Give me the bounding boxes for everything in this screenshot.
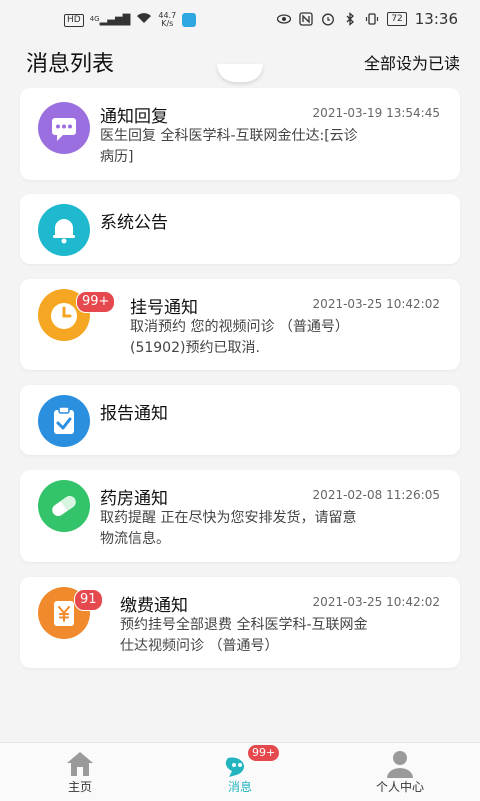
app-notification-icon <box>182 13 197 27</box>
unread-badge: 99+ <box>76 291 116 313</box>
message-title: 药房通知 <box>100 489 168 509</box>
eye-icon <box>277 12 292 26</box>
person-icon <box>384 749 416 779</box>
bottom-tab-bar: 主页 99+ 消息 个人中心 <box>0 742 480 801</box>
chat-bubble-icon <box>38 102 90 154</box>
clock-time: 13:36 <box>414 10 458 28</box>
signal-icon: 4G▂▄▆█ <box>89 14 131 26</box>
alarm-icon <box>321 12 335 26</box>
message-body: 医生回复 全科医学科-互联网金仕达:[云诊 病历] <box>100 128 358 165</box>
bell-icon <box>38 204 90 256</box>
pill-icon <box>38 480 90 532</box>
message-card-payment[interactable]: 91 缴费通知 2021-03-25 10:42:02 预约挂号全部退费 全科医… <box>20 577 460 668</box>
message-title: 通知回复 <box>100 107 168 127</box>
mark-all-read-button[interactable]: 全部设为已读 <box>364 50 460 74</box>
message-body: 取消预约 您的视频问诊 （普通号） (51902)预约已取消. <box>130 319 349 356</box>
vibrate-icon <box>365 12 379 26</box>
page-title: 消息列表 <box>26 52 115 77</box>
message-title: 挂号通知 <box>130 298 198 318</box>
home-icon <box>64 749 96 779</box>
message-title: 系统公告 <box>100 213 168 233</box>
message-title: 报告通知 <box>100 404 168 424</box>
message-body: 预约挂号全部退费 全科医学科-互联网金 仕达视频问诊 （普通号） <box>120 617 368 654</box>
message-card-pharmacy[interactable]: 药房通知 2021-02-08 11:26:05 取药提醒 正在尽快为您安排发货… <box>20 470 460 562</box>
tab-messages[interactable]: 99+ 消息 <box>190 743 290 801</box>
message-card-registration[interactable]: 99+ 挂号通知 2021-03-25 10:42:02 取消预约 您的视频问诊… <box>20 279 460 370</box>
nfc-icon <box>299 12 313 26</box>
message-card-report[interactable]: 报告通知 <box>20 385 460 455</box>
tab-home[interactable]: 主页 <box>30 743 130 801</box>
message-title: 缴费通知 <box>120 596 188 616</box>
unread-badge: 91 <box>74 589 103 611</box>
message-time: 2021-03-19 13:54:45 <box>312 106 440 120</box>
battery-icon: 72 <box>387 12 407 26</box>
clipboard-check-icon <box>38 395 90 447</box>
message-time: 2021-02-08 11:26:05 <box>312 488 440 502</box>
hd-indicator: HD <box>64 13 84 27</box>
wifi-icon <box>136 12 152 28</box>
message-time: 2021-03-25 10:42:02 <box>312 595 440 609</box>
network-speed: 44.7 K/s <box>158 11 177 28</box>
tab-profile[interactable]: 个人中心 <box>350 743 450 801</box>
status-bar: HD 4G▂▄▆█ 44.7 K/s 72 13:36 <box>0 0 480 40</box>
message-body: 取药提醒 正在尽快为您安排发货，请留意 物流信息。 <box>100 510 357 547</box>
message-time: 2021-03-25 10:42:02 <box>312 297 440 311</box>
bluetooth-icon <box>343 12 357 26</box>
messages-badge: 99+ <box>248 745 280 761</box>
message-card-announcement[interactable]: 系统公告 <box>20 194 460 264</box>
message-card-reply[interactable]: 通知回复 2021-03-19 13:54:45 医生回复 全科医学科-互联网金… <box>20 88 460 180</box>
